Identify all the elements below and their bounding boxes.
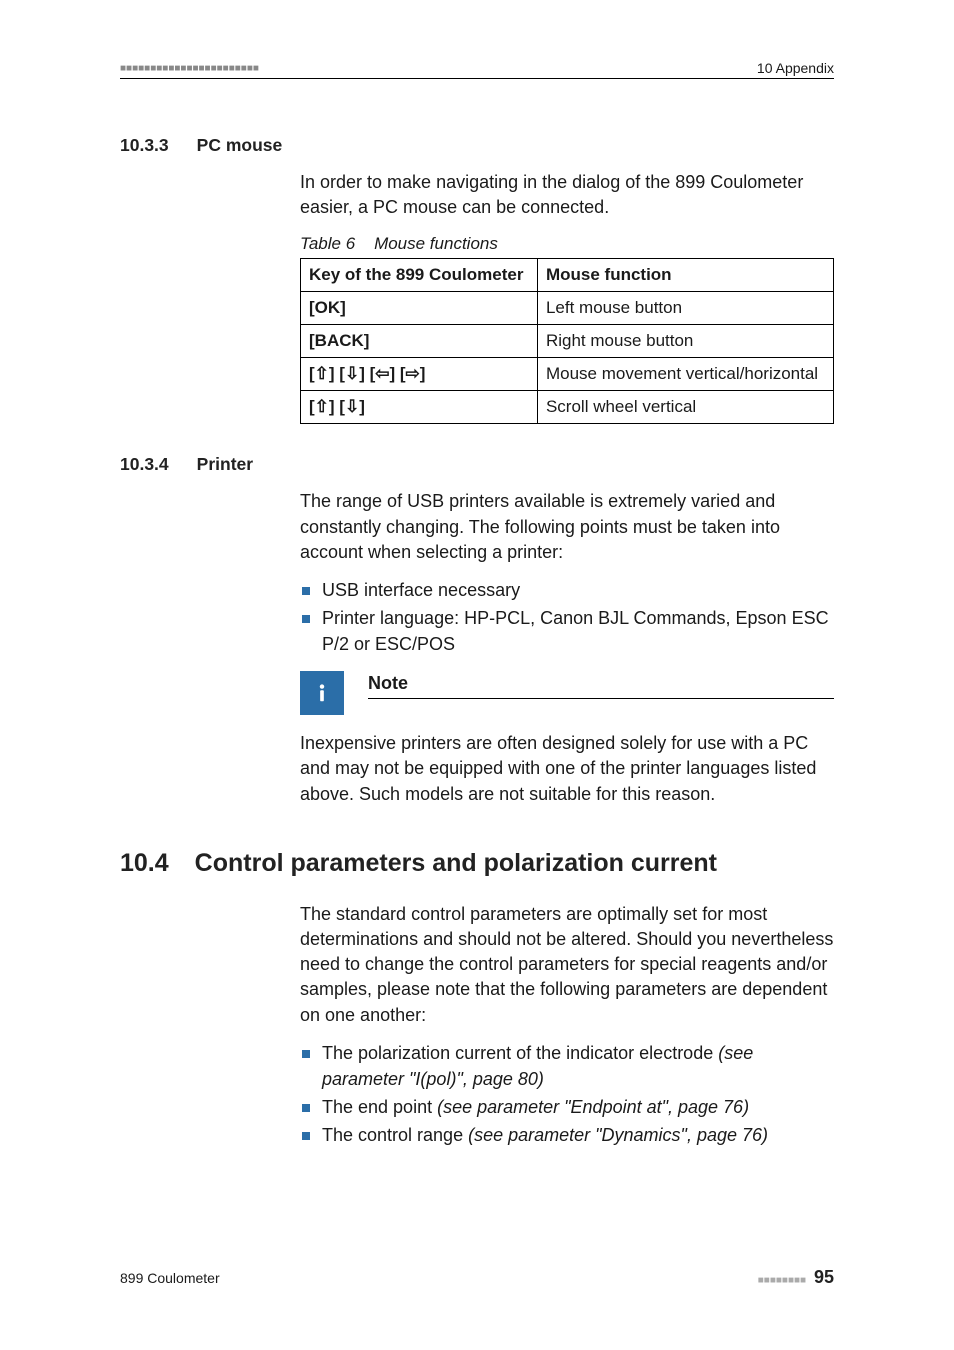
heading-10-4: 10.4 Control parameters and polarization… [120, 849, 834, 878]
list-item: The control range (see parameter "Dynami… [300, 1122, 834, 1148]
table-row: [BACK] Right mouse button [301, 325, 834, 358]
page-content: ■■■■■■■■■■■■■■■■■■■■■■■ 10 Appendix 10.3… [120, 60, 834, 1290]
table-caption-text: Mouse functions [374, 234, 498, 253]
li-text: The end point [322, 1097, 437, 1117]
header-chapter: 10 Appendix [757, 60, 834, 76]
note-header-row: Note [300, 671, 834, 715]
list-item: Printer language: HP-PCL, Canon BJL Comm… [300, 605, 834, 657]
section-10-3-4-body: The range of USB printers available is e… [300, 489, 834, 806]
footer-product: 899 Coulometer [120, 1270, 220, 1286]
note-label: Note [368, 673, 834, 699]
cell-key: [⇧] [⇩] [⇦] [⇨] [301, 358, 538, 391]
info-icon [300, 671, 344, 715]
heading-number: 10.3.4 [120, 454, 169, 475]
table-row: [OK] Left mouse button [301, 292, 834, 325]
li-text: The polarization current of the indicato… [322, 1043, 718, 1063]
section-10-3-3-body: In order to make navigating in the dialo… [300, 170, 834, 424]
paragraph: In order to make navigating in the dialo… [300, 170, 834, 220]
table-row: [⇧] [⇩] Scroll wheel vertical [301, 391, 834, 424]
footer-squares: ■■■■■■■■ [758, 1275, 806, 1286]
table-header-row: Key of the 899 Coulometer Mouse function [301, 259, 834, 292]
bullet-list: The polarization current of the indicato… [300, 1040, 834, 1148]
list-item: USB interface necessary [300, 577, 834, 603]
cell-key: [OK] [301, 292, 538, 325]
heading-title: PC mouse [197, 135, 283, 156]
li-text: The control range [322, 1125, 468, 1145]
running-header: ■■■■■■■■■■■■■■■■■■■■■■■ 10 Appendix [120, 60, 834, 79]
heading-number: 10.4 [120, 849, 169, 878]
note-body: Inexpensive printers are often designed … [300, 731, 834, 807]
table-row: [⇧] [⇩] [⇦] [⇨] Mouse movement vertical/… [301, 358, 834, 391]
li-ref: (see parameter "Dynamics", page 76) [468, 1125, 768, 1145]
cell-func: Mouse movement vertical/horizontal [537, 358, 833, 391]
cell-key: [⇧] [⇩] [301, 391, 538, 424]
bullet-list: USB interface necessary Printer language… [300, 577, 834, 657]
cell-func: Scroll wheel vertical [537, 391, 833, 424]
paragraph: The range of USB printers available is e… [300, 489, 834, 565]
heading-10-3-3: 10.3.3 PC mouse [120, 135, 834, 156]
cell-func: Left mouse button [537, 292, 833, 325]
running-footer: 899 Coulometer ■■■■■■■■ 95 [120, 1267, 834, 1288]
heading-10-3-4: 10.3.4 Printer [120, 454, 834, 475]
th-function: Mouse function [537, 259, 833, 292]
section-10-4-body: The standard control parameters are opti… [300, 902, 834, 1148]
heading-title: Printer [197, 454, 253, 475]
footer-right: ■■■■■■■■ 95 [758, 1267, 834, 1288]
mouse-functions-table: Key of the 899 Coulometer Mouse function… [300, 258, 834, 424]
paragraph: The standard control parameters are opti… [300, 902, 834, 1028]
list-item: The polarization current of the indicato… [300, 1040, 834, 1092]
heading-title: Control parameters and polarization curr… [195, 849, 717, 878]
heading-number: 10.3.3 [120, 135, 169, 156]
page-number: 95 [814, 1267, 834, 1287]
note-block: Note [300, 671, 834, 715]
info-glyph-icon [311, 682, 333, 704]
table-caption: Table 6 Mouse functions [300, 234, 834, 254]
header-squares: ■■■■■■■■■■■■■■■■■■■■■■■ [120, 63, 259, 74]
cell-func: Right mouse button [537, 325, 833, 358]
li-ref: (see parameter "Endpoint at", page 76) [437, 1097, 749, 1117]
list-item: The end point (see parameter "Endpoint a… [300, 1094, 834, 1120]
cell-key: [BACK] [301, 325, 538, 358]
table-caption-num: Table 6 [300, 234, 355, 253]
th-key: Key of the 899 Coulometer [301, 259, 538, 292]
